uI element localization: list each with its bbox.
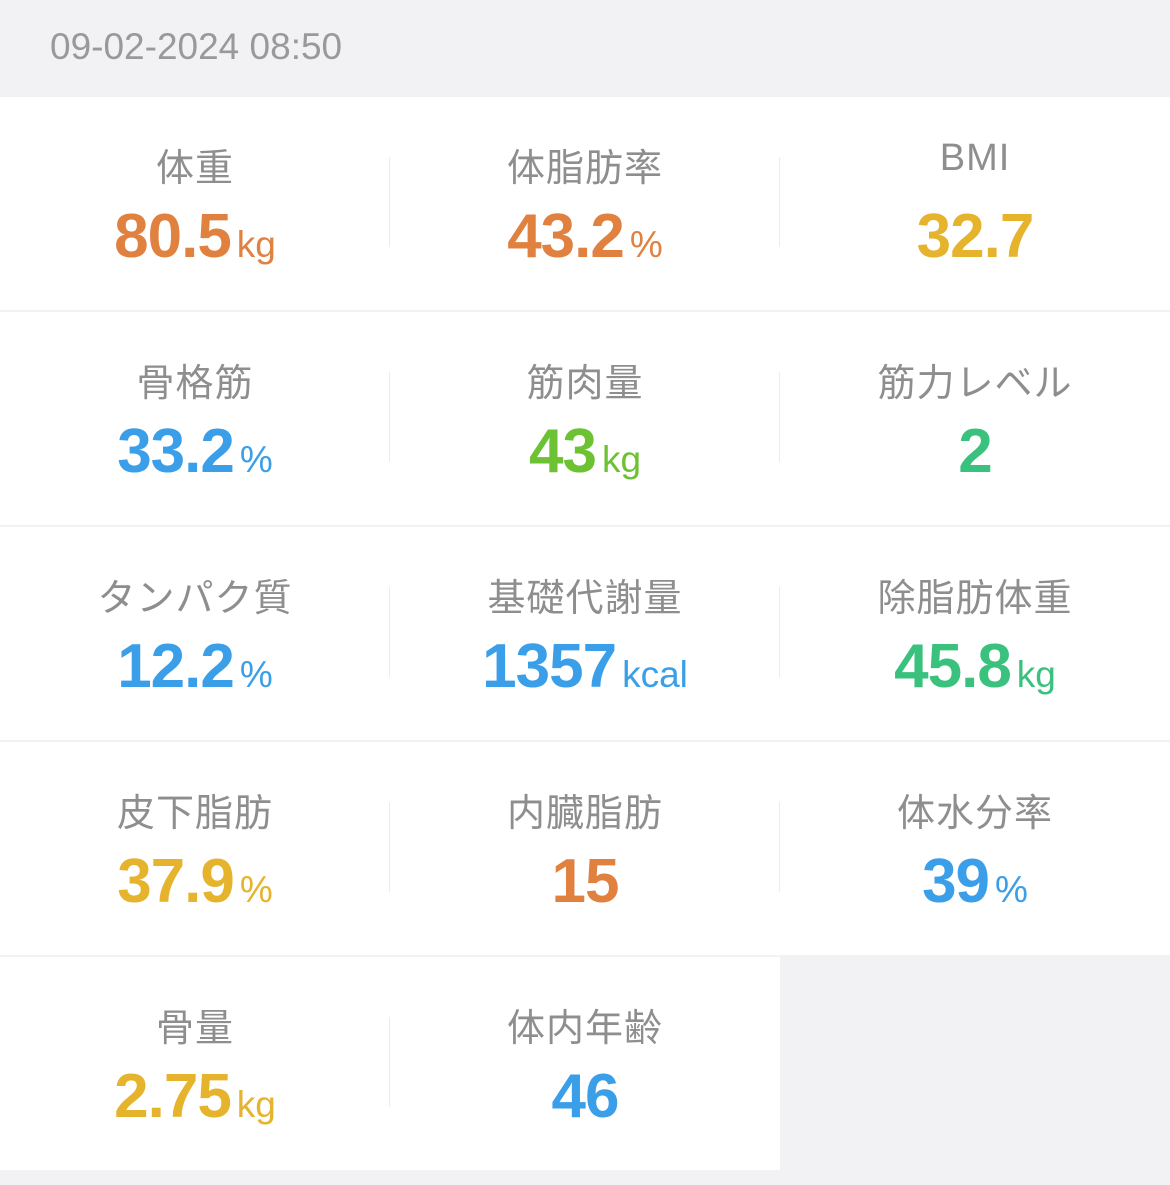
metric-weight[interactable]: 体重 80.5 kg [0, 97, 390, 310]
metric-value: 45.8 [894, 632, 1012, 701]
metric-skeletal-muscle[interactable]: 骨格筋 33.2% [0, 312, 390, 525]
metric-value: 46 [551, 1062, 620, 1131]
metric-unit: % [995, 869, 1028, 910]
metric-unit: kg [236, 224, 276, 265]
metric-value: 43.2 [507, 202, 625, 271]
metric-unit: % [239, 439, 273, 480]
metrics-grid: 体重 80.5 kg 体脂肪率 43.2% BMI 32.7 骨格筋 33.2% … [0, 97, 1170, 1172]
metric-strength-level[interactable]: 筋力レベル 2 [780, 312, 1170, 525]
metric-body-water-rate[interactable]: 体水分率 39% [780, 742, 1170, 955]
metric-label: タンパク質 [97, 578, 293, 620]
metric-unit: kg [1016, 654, 1056, 695]
metric-value: 15 [551, 847, 620, 916]
metric-unit: kg [236, 1084, 276, 1125]
empty-cell [780, 957, 1170, 1170]
metric-label: 体水分率 [896, 793, 1053, 835]
metric-value: 32.7 [916, 202, 1035, 271]
metric-bmi[interactable]: BMI 32.7 [780, 97, 1170, 310]
metric-label: 内臓脂肪 [506, 793, 663, 835]
metric-label: 骨格筋 [136, 363, 254, 405]
metric-visceral-fat[interactable]: 内臓脂肪 15 [390, 742, 780, 955]
metric-lean-body-mass[interactable]: 除脂肪体重 45.8 kg [780, 527, 1170, 740]
measurement-timestamp: 09-02-2024 08:50 [50, 26, 343, 67]
metric-unit: kg [601, 439, 642, 480]
metric-value: 37.9 [117, 847, 235, 916]
metric-value: 2 [958, 417, 992, 486]
metrics-row: 骨量 2.75 kg 体内年齢 46 [0, 957, 1170, 1170]
metric-basal-metabolism[interactable]: 基礎代謝量 1357 kcal [390, 527, 780, 740]
metric-label: 体重 [155, 148, 234, 190]
metric-unit: % [629, 224, 663, 265]
metric-label: 筋肉量 [526, 363, 644, 405]
metrics-row: タンパク質 12.2% 基礎代謝量 1357 kcal 除脂肪体重 45.8 kg [0, 527, 1170, 740]
metric-label: 皮下脂肪 [116, 793, 273, 835]
metric-body-age[interactable]: 体内年齢 46 [390, 957, 780, 1170]
metric-value: 80.5 [114, 202, 232, 271]
metric-unit: % [239, 869, 273, 910]
metrics-row: 皮下脂肪 37.9% 内臓脂肪 15 体水分率 39% [0, 742, 1170, 955]
metric-muscle-mass[interactable]: 筋肉量 43 kg [390, 312, 780, 525]
metric-label: 筋力レベル [877, 363, 1073, 405]
metric-label: 体内年齢 [506, 1008, 663, 1050]
metric-unit: % [239, 654, 273, 695]
metric-value: 1357 [482, 632, 617, 701]
metrics-row: 体重 80.5 kg 体脂肪率 43.2% BMI 32.7 [0, 97, 1170, 310]
metric-body-fat-rate[interactable]: 体脂肪率 43.2% [390, 97, 780, 310]
metric-value: 43 [528, 417, 597, 486]
metric-label: 骨量 [155, 1008, 234, 1050]
metric-unit: kcal [622, 654, 688, 695]
metric-label: 体脂肪率 [506, 148, 663, 190]
metric-label: 基礎代謝量 [487, 578, 683, 620]
metric-value: 12.2 [117, 632, 235, 701]
metric-value: 2.75 [114, 1062, 232, 1131]
metric-label: 除脂肪体重 [877, 578, 1073, 620]
metric-protein[interactable]: タンパク質 12.2% [0, 527, 390, 740]
metrics-row: 骨格筋 33.2% 筋肉量 43 kg 筋力レベル 2 [0, 312, 1170, 525]
metric-bone-mass[interactable]: 骨量 2.75 kg [0, 957, 390, 1170]
metric-subcutaneous-fat[interactable]: 皮下脂肪 37.9% [0, 742, 390, 955]
metric-label: BMI [939, 137, 1011, 179]
metric-value: 39 [922, 847, 990, 916]
metric-value: 33.2 [117, 417, 235, 486]
